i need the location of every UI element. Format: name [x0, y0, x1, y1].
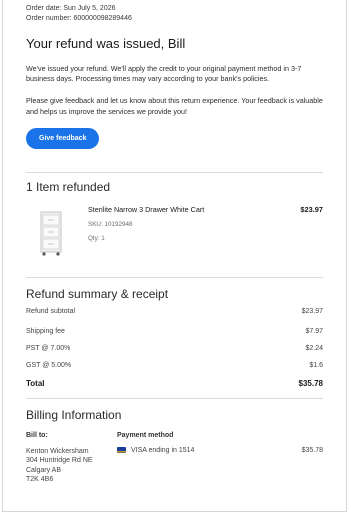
refund-email-card: Order date: Sun July 5, 2026 Order numbe…: [2, 0, 347, 512]
feedback-message: Please give feedback and let us know abo…: [26, 96, 323, 116]
order-number: Order number: 600000098289446: [26, 15, 132, 22]
summary-row-gst: GST @ 5.00% $1.6: [26, 362, 323, 369]
address-line: Calgary AB: [26, 466, 62, 474]
summary-value: $2.24: [305, 344, 323, 352]
billing-details: Bill to: Kenton Wickersham 304 Huntridge…: [26, 432, 323, 502]
give-feedback-button[interactable]: Give feedback: [26, 127, 100, 149]
address-line: T2K 4B6: [26, 476, 54, 484]
address-line: 304 Huntridge Rd NE: [26, 457, 93, 465]
summary-section-title: Refund summary & receipt: [26, 286, 169, 301]
summary-label: Shipping fee: [26, 327, 65, 335]
summary-value: $1.6: [309, 361, 323, 369]
summary-value: $7.97: [305, 327, 323, 335]
refund-message: We've issued your refund. We'll apply th…: [26, 64, 302, 84]
summary-label: Refund subtotal: [26, 307, 76, 315]
payment-method: VISA ending in 1514: [117, 447, 194, 454]
billing-address: Kenton Wickersham 304 Huntridge Rd NE Ca…: [26, 447, 93, 485]
item-price: $23.97: [300, 204, 323, 214]
bill-to-label: Bill to:: [26, 431, 48, 439]
card-text: VISA ending in 1514: [131, 446, 195, 454]
item-name[interactable]: Sterilite Narrow 3 Drawer White Cart: [88, 205, 204, 214]
summary-value: $23.97: [301, 307, 323, 315]
item-sku: SKU: 10192948: [88, 220, 133, 228]
payment-method-label: Payment method: [117, 431, 174, 439]
summary-label: GST @ 5.00%: [26, 361, 72, 369]
divider: [26, 276, 323, 278]
summary-row-subtotal: Refund subtotal $23.97: [26, 308, 323, 315]
items-section-title: 1 Item refunded: [26, 179, 111, 194]
divider: [26, 171, 323, 173]
page-title: Your refund was issued, Bill: [26, 36, 186, 51]
list-item: Sterilite Narrow 3 Drawer White Cart SKU…: [26, 205, 323, 265]
summary-row-total: Total $35.78: [26, 379, 323, 388]
payment-amount: $35.78: [301, 446, 323, 454]
summary-row-pst: PST @ 7.00% $2.24: [26, 345, 323, 352]
address-line: Kenton Wickersham: [26, 447, 89, 455]
summary-label: PST @ 7.00%: [26, 344, 71, 352]
total-label: Total: [26, 378, 45, 388]
visa-card-icon: [117, 447, 126, 454]
total-value: $35.78: [298, 378, 323, 388]
summary-row-shipping: Shipping fee $7.97: [26, 328, 323, 335]
billing-section-title: Billing Information: [26, 407, 122, 422]
drawer-cart-image: [40, 211, 62, 256]
divider: [26, 397, 323, 399]
order-date: Order date: Sun July 5, 2026: [26, 5, 116, 12]
item-quantity: Qty: 1: [88, 234, 105, 242]
